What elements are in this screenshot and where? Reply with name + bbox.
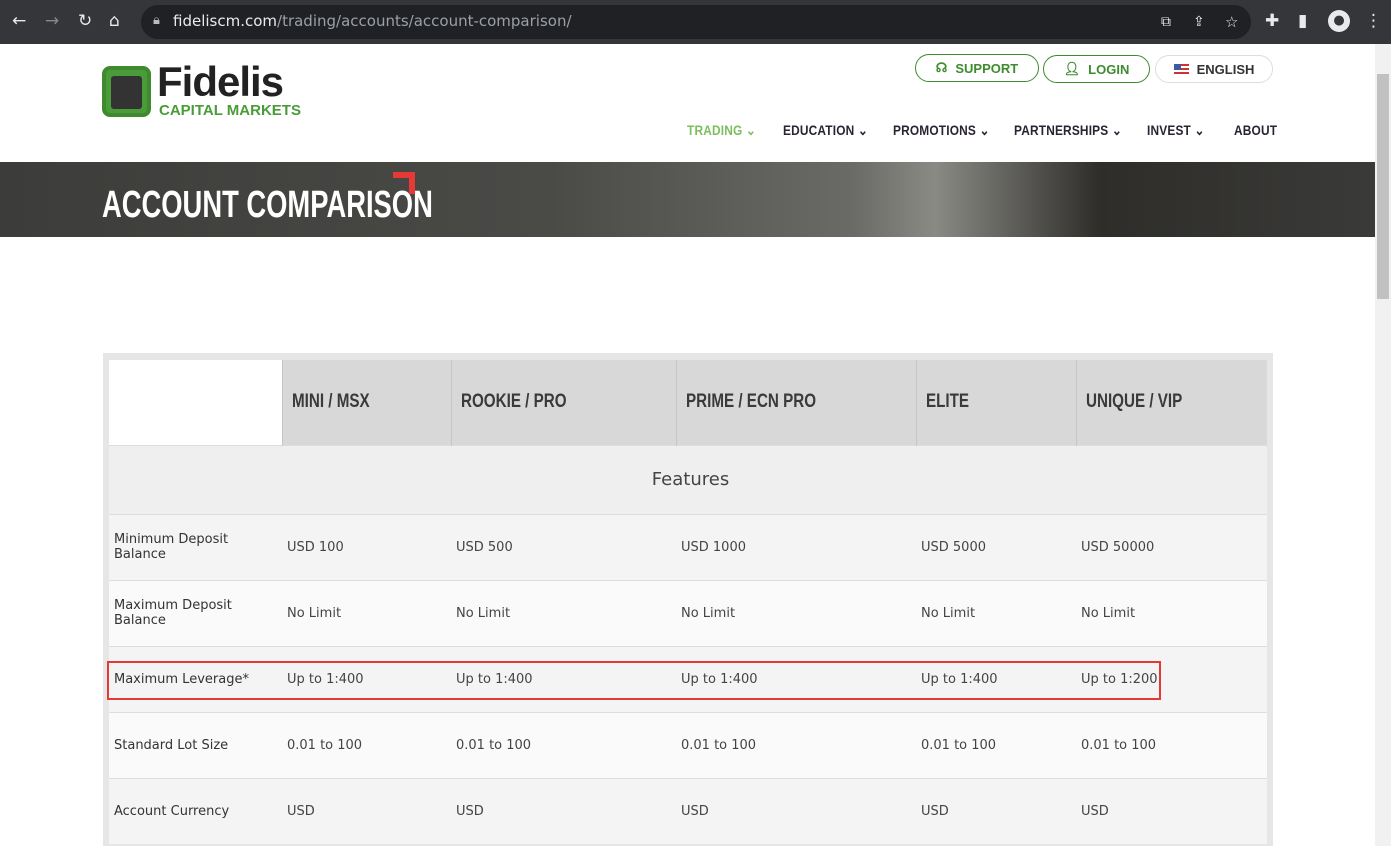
row-label: Account Currency: [109, 777, 282, 844]
cell-value: No Limit: [282, 579, 451, 646]
forward-icon[interactable]: →: [45, 10, 59, 32]
page-title: ACCOUNT COMPARISON: [102, 184, 433, 226]
nav-about[interactable]: ABOUT: [1234, 122, 1277, 138]
star-icon[interactable]: ☆: [1225, 11, 1238, 33]
profile-icon[interactable]: ●: [1328, 10, 1350, 32]
highlight-box: [107, 661, 1161, 700]
url-path: /trading/accounts/account-comparison/: [277, 12, 572, 30]
menu-icon[interactable]: ⋮: [1365, 10, 1382, 32]
cell-value: 0.01 to 100: [676, 711, 916, 778]
logo-column-icon: [102, 66, 151, 117]
nav-education[interactable]: EDUCATION ⌄: [783, 122, 868, 139]
back-icon[interactable]: ←: [12, 10, 26, 32]
browser-toolbar: ← → ↻ ⌂ 🔒︎ fideliscm.com/trading/account…: [0, 0, 1391, 44]
cell-value: 0.01 to 100: [282, 711, 451, 778]
column-header: MINI / MSX: [281, 360, 451, 445]
row-label: Minimum Deposit Balance: [109, 513, 282, 580]
cell-value: 0.01 to 100: [451, 711, 676, 778]
corner-cell: [109, 360, 282, 445]
cell-value: USD: [676, 777, 916, 844]
cell-value: USD: [1076, 777, 1267, 844]
home-icon[interactable]: ⌂: [109, 10, 120, 32]
cell-value: USD 50000: [1076, 513, 1267, 580]
table-row: Minimum Deposit Balance USD 100 USD 500 USD…: [109, 513, 1267, 580]
row-label: Maximum Deposit Balance: [109, 579, 282, 646]
lock-icon: 🔒︎: [153, 13, 160, 28]
headset-icon: ☊: [935, 60, 948, 75]
support-button[interactable]: ☊ SUPPORT: [915, 54, 1039, 82]
row-label: Standard Lot Size: [109, 711, 282, 778]
cell-value: 0.01 to 100: [916, 711, 1076, 778]
column-header: UNIQUE / VIP: [1075, 360, 1267, 445]
translate-icon[interactable]: ⧉: [1161, 11, 1171, 33]
nav-promotions[interactable]: PROMOTIONS ⌄: [893, 122, 990, 139]
column-header: ELITE: [915, 360, 1076, 445]
url-domain: fideliscm.com: [173, 12, 278, 30]
cell-value: 0.01 to 100: [1076, 711, 1267, 778]
table-row: Standard Lot Size 0.01 to 100 0.01 to 100 0…: [109, 711, 1267, 778]
nav-trading[interactable]: TRADING ⌄: [687, 122, 756, 139]
cell-value: USD 100: [282, 513, 451, 580]
corner-accent: [393, 172, 415, 194]
us-flag-icon: [1173, 64, 1189, 74]
nav-invest[interactable]: INVEST ⌄: [1147, 122, 1205, 139]
cell-value: USD 1000: [676, 513, 916, 580]
cell-value: No Limit: [676, 579, 916, 646]
cell-value: No Limit: [1076, 579, 1267, 646]
login-button[interactable]: 👤︎ LOGIN: [1043, 55, 1150, 83]
address-bar[interactable]: 🔒︎ fideliscm.com/trading/accounts/accoun…: [141, 5, 1251, 39]
page-banner: ACCOUNT COMPARISON: [0, 162, 1375, 237]
reload-icon[interactable]: ↻: [78, 10, 92, 32]
cell-value: No Limit: [451, 579, 676, 646]
language-button[interactable]: ENGLISH: [1155, 55, 1273, 83]
cell-value: USD 5000: [916, 513, 1076, 580]
cell-value: USD: [451, 777, 676, 844]
scrollbar[interactable]: [1375, 44, 1391, 846]
cell-value: No Limit: [916, 579, 1076, 646]
user-icon: 👤︎: [1063, 61, 1081, 76]
table-row: Account Currency USD USD USD USD USD: [109, 777, 1267, 844]
cell-value: USD 500: [451, 513, 676, 580]
side-panel-icon[interactable]: ▮: [1298, 10, 1307, 32]
cell-value: USD: [282, 777, 451, 844]
table-row: Maximum Deposit Balance No Limit No Limit N…: [109, 579, 1267, 646]
column-header: PRIME / ECN PRO: [675, 360, 916, 445]
extensions-icon[interactable]: ✚: [1265, 10, 1279, 32]
website: Fidelis CAPITAL MARKETS ☊ SUPPORT 👤︎ LOGIN…: [0, 44, 1375, 846]
section-header: Features: [109, 444, 1267, 514]
column-header: ROOKIE / PRO: [450, 360, 676, 445]
cell-value: USD: [916, 777, 1076, 844]
comparison-table: MINI / MSX ROOKIE / PRO PRIME / ECN PRO …: [103, 353, 1273, 846]
share-icon[interactable]: ⇪: [1193, 11, 1205, 33]
scrollbar-thumb[interactable]: [1377, 74, 1389, 299]
nav-partnerships[interactable]: PARTNERSHIPS ⌄: [1014, 122, 1122, 139]
